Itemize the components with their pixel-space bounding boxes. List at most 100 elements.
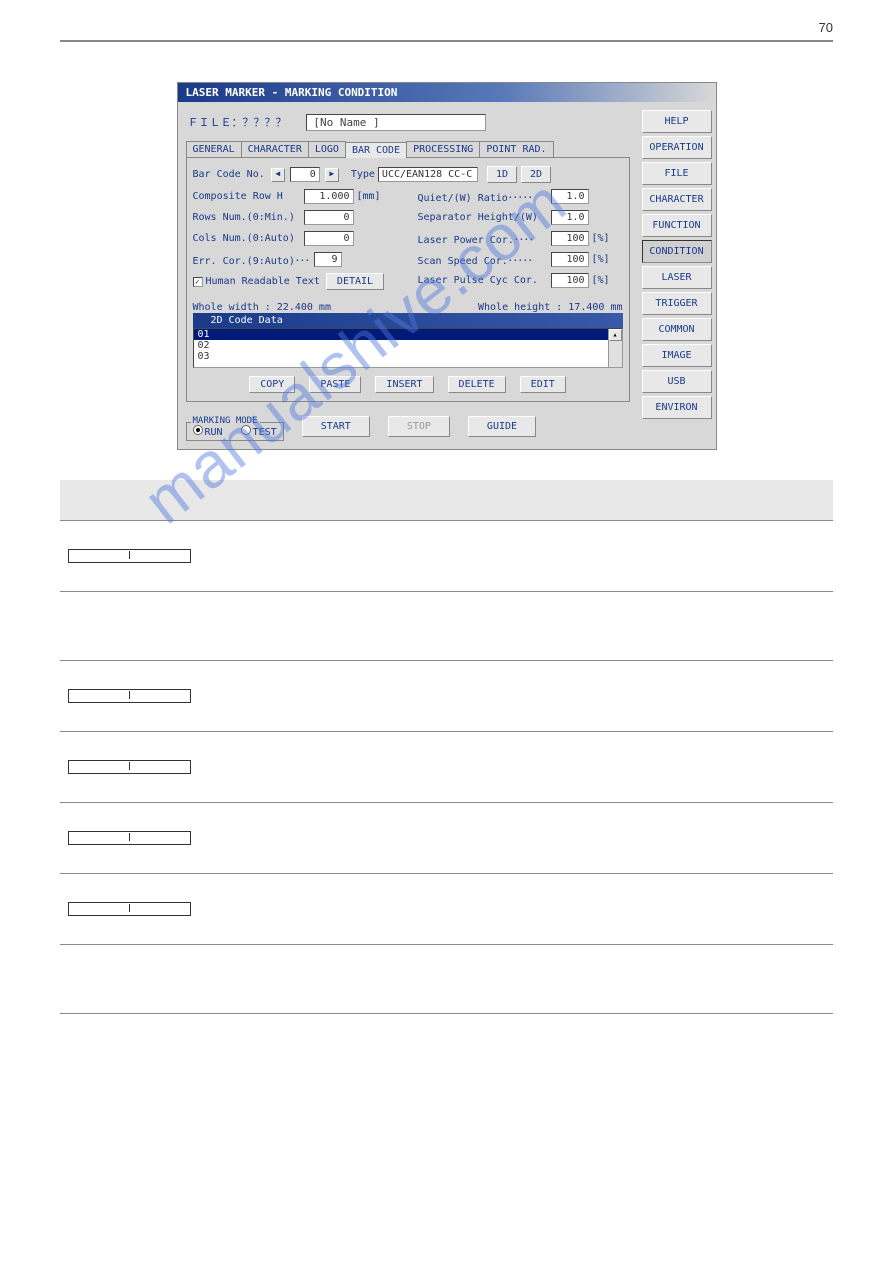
tab-barcode[interactable]: BAR CODE: [345, 142, 407, 158]
barcode-no-next[interactable]: ▶: [325, 168, 339, 182]
data-row-03[interactable]: 03: [194, 351, 622, 362]
laser-power-unit: [%]: [592, 233, 610, 244]
type-label: Type: [351, 169, 375, 180]
hrt-checkbox[interactable]: ✓: [193, 277, 203, 287]
side-usb[interactable]: USB: [642, 370, 712, 393]
table-row: [60, 874, 833, 945]
parameter-table: [60, 480, 833, 1014]
table-row: [60, 661, 833, 732]
delete-button[interactable]: DELETE: [448, 376, 506, 393]
marking-mode-group: MARKING MODE RUN TEST: [186, 422, 284, 441]
table-header: [60, 480, 833, 521]
barcode-no-label: Bar Code No.: [193, 169, 265, 180]
side-common[interactable]: COMMON: [642, 318, 712, 341]
range-right: [129, 833, 190, 841]
range-right: [129, 904, 190, 912]
mode-legend: MARKING MODE: [191, 416, 260, 426]
start-button[interactable]: START: [302, 416, 370, 437]
2d-button[interactable]: 2D: [521, 166, 551, 183]
tab-pointrad[interactable]: POINT RAD.: [479, 141, 553, 157]
tab-character[interactable]: CHARACTER: [241, 141, 309, 157]
mode-test-label: TEST: [253, 427, 277, 438]
insert-button[interactable]: INSERT: [375, 376, 433, 393]
side-image[interactable]: IMAGE: [642, 344, 712, 367]
side-function[interactable]: FUNCTION: [642, 214, 712, 237]
range-left: [69, 833, 129, 841]
scrollbar[interactable]: ▴: [608, 329, 622, 367]
mode-run-radio[interactable]: [193, 425, 203, 435]
page-number: 70: [819, 20, 833, 35]
1d-button[interactable]: 1D: [487, 166, 517, 183]
data-row-02[interactable]: 02: [194, 340, 622, 351]
quiet-field[interactable]: 1.0: [551, 189, 589, 204]
pulse-field[interactable]: 100: [551, 273, 589, 288]
scan-field[interactable]: 100: [551, 252, 589, 267]
side-operation[interactable]: OPERATION: [642, 136, 712, 159]
side-help[interactable]: HELP: [642, 110, 712, 133]
mode-test-radio[interactable]: [241, 425, 251, 435]
paste-button[interactable]: PASTE: [309, 376, 361, 393]
side-trigger[interactable]: TRIGGER: [642, 292, 712, 315]
scan-unit: [%]: [592, 254, 610, 265]
range-box-4: [68, 831, 191, 845]
table-row: [60, 945, 833, 1014]
sep-label: Separator Height/(W): [418, 212, 548, 223]
range-left: [69, 691, 129, 699]
data-row-01[interactable]: 01: [194, 329, 622, 340]
type-field[interactable]: UCC/EAN128 CC-C: [378, 167, 478, 182]
range-right: [129, 551, 190, 559]
range-right: [129, 762, 190, 770]
laser-power-label: Laser Power Cor.････: [418, 231, 548, 246]
app-window: LASER MARKER - MARKING CONDITION ＦＩＬＥ：？？…: [177, 82, 717, 450]
laser-power-field[interactable]: 100: [551, 231, 589, 246]
window-title: LASER MARKER - MARKING CONDITION: [178, 83, 716, 102]
whole-width: Whole width : 22.400 mm: [193, 302, 331, 313]
scroll-up-icon[interactable]: ▴: [609, 329, 622, 341]
table-row: [60, 732, 833, 803]
stop-button[interactable]: STOP: [388, 416, 450, 437]
guide-button[interactable]: GUIDE: [468, 416, 536, 437]
file-name-field: [No Name ]: [306, 114, 486, 131]
barcode-no-prev[interactable]: ◀: [271, 168, 285, 182]
side-environ[interactable]: ENVIRON: [642, 396, 712, 419]
side-file[interactable]: FILE: [642, 162, 712, 185]
pulse-label: Laser Pulse Cyc Cor.: [418, 275, 548, 286]
quiet-label: Quiet/(W) Ratio･････: [418, 189, 548, 204]
composite-field[interactable]: 1.000: [304, 189, 354, 204]
composite-unit: [mm]: [357, 191, 381, 202]
side-condition[interactable]: CONDITION: [642, 240, 712, 263]
scan-label: Scan Speed Cor.･････: [418, 252, 548, 267]
rows-label: Rows Num.(0:Min.): [193, 212, 301, 223]
side-laser[interactable]: LASER: [642, 266, 712, 289]
range-box-3: [68, 760, 191, 774]
tab-processing[interactable]: PROCESSING: [406, 141, 480, 157]
rows-field[interactable]: 0: [304, 210, 354, 225]
side-character[interactable]: CHARACTER: [642, 188, 712, 211]
hrt-label: Human Readable Text: [206, 276, 320, 287]
edit-button[interactable]: EDIT: [520, 376, 566, 393]
range-box-2: [68, 689, 191, 703]
sep-field[interactable]: 1.0: [551, 210, 589, 225]
tab-general[interactable]: GENERAL: [186, 141, 242, 157]
tab-logo[interactable]: LOGO: [308, 141, 346, 157]
range-left: [69, 551, 129, 559]
err-field[interactable]: 9: [314, 252, 342, 267]
tabstrip: GENERAL CHARACTER LOGO BAR CODE PROCESSI…: [186, 141, 630, 158]
top-rule: [60, 40, 833, 42]
side-panel: HELP OPERATION FILE CHARACTER FUNCTION C…: [638, 102, 716, 449]
composite-label: Composite Row H: [193, 191, 301, 202]
mode-run-label: RUN: [205, 427, 223, 438]
range-right: [129, 691, 190, 699]
cols-field[interactable]: 0: [304, 231, 354, 246]
table-row: [60, 592, 833, 661]
data-header: 2D Code Data: [193, 313, 623, 328]
data-list[interactable]: 01 02 03 ▴: [193, 328, 623, 368]
err-label: Err. Cor.(9:Auto)･･･: [193, 252, 311, 267]
table-row: [60, 803, 833, 874]
pulse-unit: [%]: [592, 275, 610, 286]
whole-height: Whole height : 17.400 mm: [478, 302, 623, 313]
detail-button[interactable]: DETAIL: [326, 273, 384, 290]
barcode-no-field[interactable]: 0: [290, 167, 320, 182]
copy-button[interactable]: COPY: [249, 376, 295, 393]
table-row: [60, 521, 833, 592]
